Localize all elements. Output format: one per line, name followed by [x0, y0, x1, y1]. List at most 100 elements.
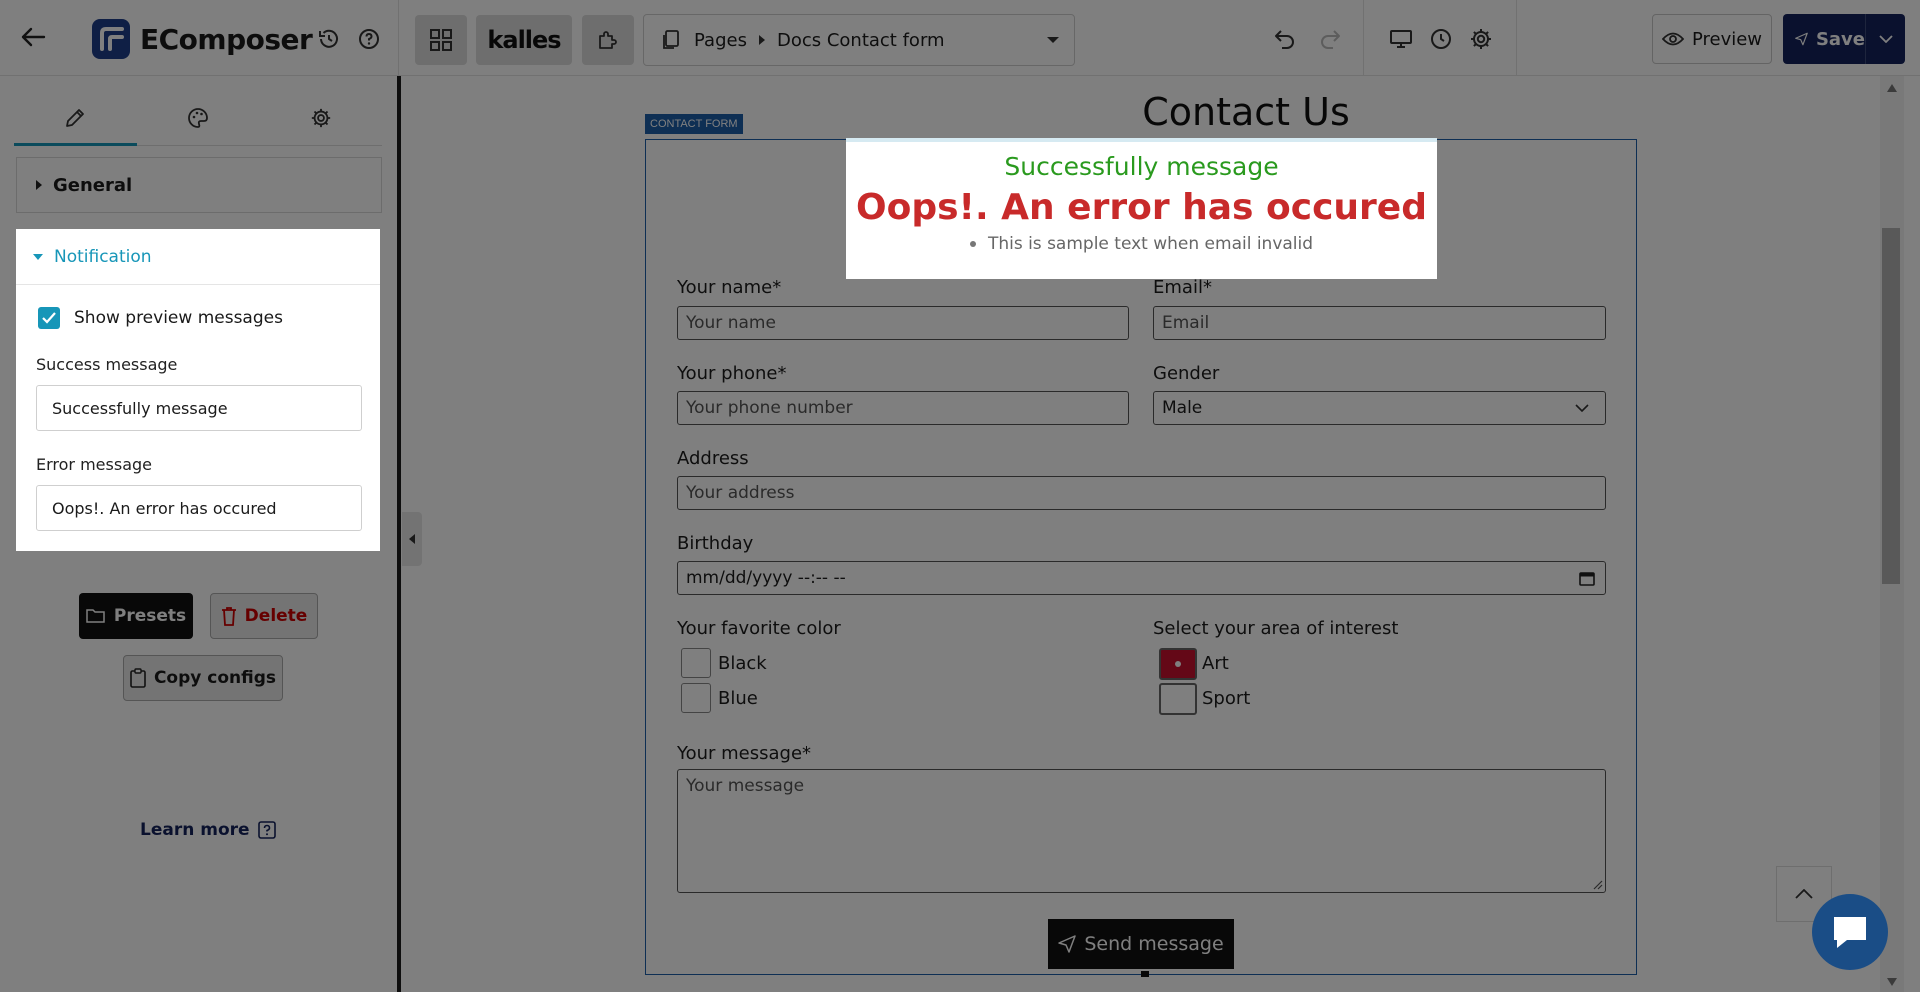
- scroll-down-icon[interactable]: [1887, 978, 1897, 986]
- desktop-view-icon[interactable]: [1384, 22, 1418, 56]
- redo-icon[interactable]: [1313, 22, 1347, 56]
- message-textarea[interactable]: Your message: [677, 769, 1606, 893]
- sections-grid-button[interactable]: [415, 15, 467, 65]
- accordion-notification-header[interactable]: Notification: [16, 229, 380, 285]
- trash-icon: [221, 607, 236, 626]
- eye-icon: [1661, 32, 1684, 46]
- message-placeholder: Your message: [686, 776, 805, 796]
- error-message-input[interactable]: Oops!. An error has occured: [36, 485, 362, 531]
- accordion-general[interactable]: General: [16, 157, 382, 213]
- app-name: EComposer: [140, 22, 313, 56]
- ecomposer-logo: EComposer: [92, 18, 313, 60]
- birthday-input[interactable]: mm/dd/yyyy --:-- --: [677, 561, 1606, 595]
- interest-label: Select your area of interest: [1153, 618, 1399, 639]
- address-input[interactable]: Your address: [677, 476, 1606, 510]
- success-message-preview: Successfully message: [1004, 152, 1279, 181]
- preview-button[interactable]: Preview: [1652, 14, 1772, 64]
- delete-label: Delete: [244, 606, 308, 626]
- divider: [1516, 0, 1517, 76]
- calendar-icon[interactable]: [1579, 570, 1595, 586]
- folder-icon: [86, 609, 105, 623]
- help-square-icon: [257, 821, 276, 839]
- tab-settings[interactable]: [259, 90, 382, 145]
- gender-value: Male: [1162, 398, 1203, 418]
- name-input[interactable]: Your name: [677, 306, 1129, 340]
- checkbox-blue[interactable]: [681, 683, 711, 713]
- show-preview-checkbox[interactable]: [38, 307, 60, 329]
- breadcrumb-page: Docs Contact form: [776, 29, 945, 51]
- caret-left-icon: [409, 534, 415, 544]
- divider: [398, 0, 399, 76]
- success-message-input[interactable]: Successfully message: [36, 385, 362, 431]
- presets-button[interactable]: Presets: [79, 593, 193, 639]
- send-message-label: Send message: [1084, 933, 1224, 955]
- learn-more-link[interactable]: Learn more: [140, 820, 276, 840]
- show-preview-toggle[interactable]: Show preview messages: [38, 307, 283, 329]
- help-icon[interactable]: [352, 22, 386, 56]
- breadcrumb-root: Pages: [694, 29, 747, 51]
- settings-gear-icon[interactable]: [1464, 22, 1498, 56]
- chevron-down-icon: [1047, 37, 1059, 43]
- chevron-up-icon: [1795, 889, 1813, 899]
- name-label: Your name*: [677, 277, 782, 298]
- save-button[interactable]: Save: [1783, 14, 1905, 64]
- selected-dot-icon: [1175, 661, 1181, 667]
- address-label: Address: [677, 448, 749, 469]
- success-message-label: Success message: [36, 355, 178, 374]
- drag-handle[interactable]: [1141, 971, 1149, 977]
- copy-configs-button[interactable]: Copy configs: [123, 655, 283, 701]
- gender-label: Gender: [1153, 363, 1220, 384]
- chat-support-button[interactable]: [1812, 894, 1888, 970]
- bullet-icon: [969, 241, 976, 247]
- general-label: General: [53, 174, 133, 196]
- learn-more-label: Learn more: [140, 820, 250, 840]
- save-options-button[interactable]: [1865, 14, 1905, 64]
- save-label: Save: [1815, 28, 1865, 50]
- store-button[interactable]: kalles: [476, 15, 572, 65]
- preview-message-box: Successfully message Oops!. An error has…: [846, 138, 1437, 279]
- divider: [1363, 0, 1364, 76]
- caret-right-icon: [36, 180, 42, 190]
- page-selector[interactable]: Pages Docs Contact form: [643, 14, 1075, 66]
- checkbox-sport[interactable]: [1159, 683, 1197, 715]
- extensions-button[interactable]: [582, 15, 634, 65]
- check-icon: [42, 312, 56, 324]
- clock-icon[interactable]: [1424, 22, 1458, 56]
- checkbox-art[interactable]: [1159, 648, 1197, 680]
- sidebar-tabs: [14, 90, 382, 146]
- undo-icon[interactable]: [1268, 22, 1302, 56]
- history-icon[interactable]: [312, 22, 346, 56]
- error-message-preview: Oops!. An error has occured: [856, 187, 1427, 228]
- email-input[interactable]: Email: [1153, 306, 1606, 340]
- delete-button[interactable]: Delete: [210, 593, 318, 639]
- pencil-icon: [66, 108, 85, 127]
- notification-label: Notification: [54, 246, 152, 267]
- contact-form-badge[interactable]: CONTACT FORM: [645, 114, 743, 134]
- grid-icon: [430, 29, 452, 51]
- send-message-button[interactable]: Send message: [1048, 919, 1234, 969]
- favorite-color-label: Your favorite color: [677, 618, 841, 639]
- scroll-up-icon[interactable]: [1887, 84, 1897, 92]
- scrollbar-thumb[interactable]: [1882, 228, 1900, 584]
- send-icon: [1795, 32, 1808, 46]
- save-main[interactable]: Save: [1783, 29, 1865, 50]
- option-black-label: Black: [718, 653, 767, 674]
- tab-style[interactable]: [137, 90, 260, 145]
- error-message-label: Error message: [36, 455, 152, 474]
- puzzle-icon: [599, 31, 617, 49]
- accordion-general-header[interactable]: General: [17, 158, 381, 212]
- copy-configs-label: Copy configs: [153, 668, 277, 688]
- checkbox-black[interactable]: [681, 648, 711, 678]
- collapse-sidebar-button[interactable]: [402, 512, 422, 566]
- pages-icon: [663, 30, 679, 49]
- back-arrow-icon[interactable]: [12, 16, 54, 58]
- tab-content[interactable]: [14, 90, 137, 146]
- gender-select[interactable]: Male: [1153, 391, 1606, 425]
- sidebar-border: [397, 76, 401, 992]
- accordion-notification: Notification Show preview messages Succe…: [16, 229, 380, 551]
- caret-down-icon: [33, 253, 43, 260]
- chevron-down-icon: [1575, 404, 1589, 412]
- phone-input[interactable]: Your phone number: [677, 391, 1129, 425]
- option-art-label: Art: [1202, 653, 1229, 674]
- resize-handle-icon[interactable]: [1593, 880, 1603, 890]
